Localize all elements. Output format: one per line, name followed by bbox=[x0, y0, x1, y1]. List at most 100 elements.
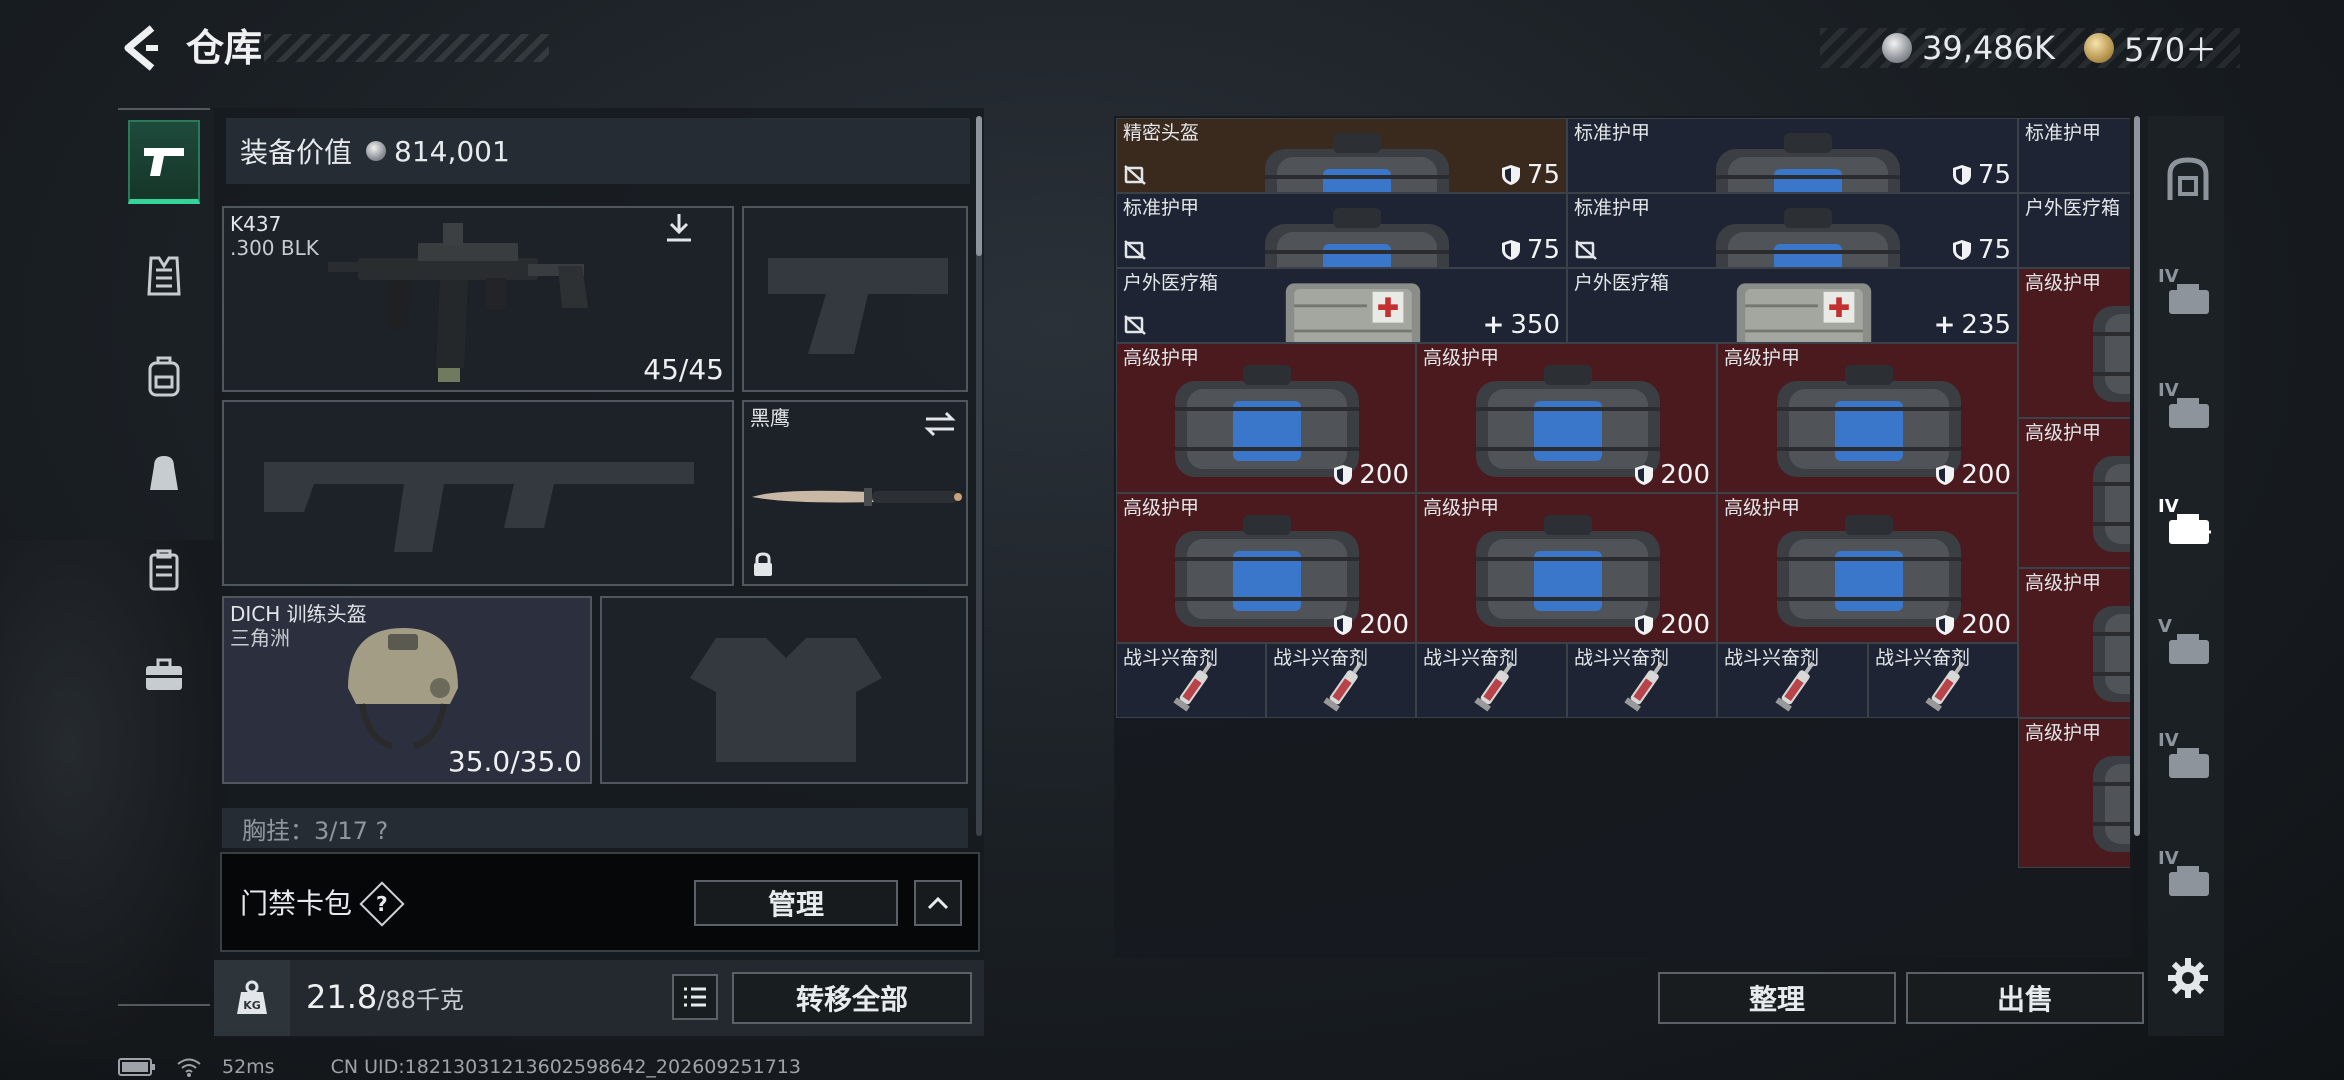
inventory-item[interactable]: 标准护甲75 bbox=[1567, 118, 2018, 193]
container-nav-item[interactable]: IV bbox=[2158, 730, 2218, 790]
item-value-number: 200 bbox=[1359, 460, 1409, 490]
body-armor-slot[interactable] bbox=[600, 596, 968, 784]
inventory-item[interactable]: 高级护甲200 bbox=[1116, 493, 1416, 643]
inventory-item[interactable]: 高级护甲200 bbox=[2018, 568, 2130, 718]
gold-coin-icon bbox=[2084, 33, 2114, 63]
organize-button[interactable]: 整理 bbox=[1658, 972, 1896, 1024]
item-name: 战斗兴奋剂 bbox=[1273, 647, 1369, 669]
sell-button[interactable]: 出售 bbox=[1906, 972, 2144, 1024]
inventory-item[interactable]: 标准护甲75 bbox=[2018, 118, 2130, 193]
secondary-weapon-slot[interactable] bbox=[222, 400, 734, 586]
inventory-scrollbar[interactable] bbox=[2134, 116, 2140, 836]
help-icon: ? bbox=[376, 891, 388, 916]
inventory-item[interactable]: 战斗兴奋剂 bbox=[1717, 643, 1868, 718]
pouch-icon bbox=[150, 456, 178, 490]
armor-bag-art bbox=[1264, 208, 1449, 267]
item-value-number: 200 bbox=[1961, 610, 2011, 640]
inventory-item[interactable]: 战斗兴奋剂 bbox=[1266, 643, 1416, 718]
inventory-item[interactable]: 标准护甲75 bbox=[1116, 193, 1567, 268]
download-icon[interactable] bbox=[664, 212, 694, 244]
gold-amount: 570＋ bbox=[2124, 31, 2218, 69]
tier-label: IV bbox=[2158, 848, 2179, 869]
silver-currency: 39,486K bbox=[1882, 22, 2055, 74]
swap-icon[interactable] bbox=[924, 410, 956, 438]
list-view-button[interactable] bbox=[672, 974, 718, 1020]
item-name: 战斗兴奋剂 bbox=[1574, 647, 1670, 669]
inventory-item[interactable]: 标准护甲75 bbox=[1567, 193, 2018, 268]
item-value: 75 bbox=[1952, 160, 2011, 190]
sidearm-slot[interactable] bbox=[742, 206, 968, 392]
inventory-item[interactable]: 高级护甲 bbox=[2018, 718, 2130, 868]
item-name: 户外医疗箱 bbox=[1123, 272, 1219, 294]
shield-icon bbox=[1501, 165, 1520, 185]
container-nav-item[interactable]: IV bbox=[2158, 848, 2218, 908]
inventory-item[interactable]: 高级护甲200 bbox=[1717, 343, 2018, 493]
manage-button[interactable]: 管理 bbox=[694, 880, 898, 926]
inventory-item[interactable]: 户外医疗箱 +235 bbox=[1567, 268, 2018, 343]
item-name: 高级护甲 bbox=[1423, 497, 1500, 519]
equipment-value: 装备价值 814,001 bbox=[226, 118, 970, 184]
chest-rig-slot[interactable]: 胸挂：3/17 ? bbox=[222, 808, 968, 848]
primary-weapon-slot[interactable]: K437 .300 BLK 45/45 bbox=[222, 206, 734, 392]
inventory-item[interactable]: 战斗兴奋剂 bbox=[1116, 643, 1266, 718]
inventory-item[interactable]: 战斗兴奋剂 bbox=[1416, 643, 1567, 718]
toolbox-icon bbox=[146, 658, 182, 690]
inventory-item[interactable]: 战斗兴奋剂 bbox=[1868, 643, 2018, 718]
helmet-slot[interactable]: DICH 训练头盔 三角洲 35.0/35.0 bbox=[222, 596, 592, 784]
item-name: 高级护甲 bbox=[1123, 497, 1200, 519]
medkit-art bbox=[1285, 283, 1420, 342]
melee-slot[interactable]: 黑鹰 bbox=[742, 400, 968, 586]
silver-coin-icon bbox=[366, 141, 387, 161]
loadout-scroll-thumb[interactable] bbox=[976, 116, 982, 256]
shield-icon bbox=[1952, 165, 1971, 185]
shield-icon bbox=[1334, 465, 1353, 485]
item-name: 高级护甲 bbox=[1123, 347, 1200, 369]
locked-item-icon bbox=[1575, 240, 1597, 260]
inventory-item[interactable]: 高级护甲200 bbox=[2018, 268, 2130, 418]
inventory-item[interactable]: 高级护甲 200 bbox=[1116, 343, 1416, 493]
container-nav-item[interactable] bbox=[2158, 150, 2218, 210]
inventory-item[interactable]: 户外医疗箱+350 bbox=[1116, 268, 1567, 343]
inventory-item[interactable]: 战斗兴奋剂 bbox=[1567, 643, 1717, 718]
nav-case[interactable] bbox=[128, 528, 200, 612]
inventory-item[interactable]: 高级护甲200 bbox=[1717, 493, 2018, 643]
armor-bag-art bbox=[2092, 756, 2130, 852]
container-nav-item[interactable]: V bbox=[2158, 616, 2218, 676]
item-value-number: 75 bbox=[1526, 160, 1560, 190]
shield-icon bbox=[1334, 615, 1353, 635]
nav-toolbox[interactable] bbox=[128, 632, 200, 716]
item-value: 200 bbox=[1333, 460, 1409, 490]
inventory-item[interactable]: 高级护甲200 bbox=[1416, 343, 1717, 493]
armor-bag-art bbox=[1715, 133, 1900, 192]
equipment-value-label: 装备价值 bbox=[240, 136, 353, 169]
back-button[interactable] bbox=[118, 20, 162, 76]
inventory-item[interactable]: 户外医疗箱+350 bbox=[2018, 193, 2130, 268]
tier-label: IV bbox=[2158, 266, 2179, 287]
container-nav-item[interactable]: IV bbox=[2158, 496, 2218, 556]
armor-silhouette bbox=[690, 638, 882, 762]
list-icon bbox=[684, 987, 706, 1007]
item-name: 高级护甲 bbox=[1724, 347, 1801, 369]
item-value: 75 bbox=[1501, 235, 1560, 265]
nav-pouch[interactable] bbox=[128, 430, 200, 514]
inventory-item[interactable]: 高级护甲200 bbox=[1416, 493, 1717, 643]
item-value-number: 75 bbox=[1977, 235, 2011, 265]
gold-currency[interactable]: 570＋ bbox=[2084, 22, 2217, 74]
locked-item-icon bbox=[1124, 240, 1146, 260]
inventory-item[interactable]: 高级护甲200 bbox=[2018, 418, 2130, 568]
collapse-button[interactable] bbox=[914, 880, 962, 926]
inventory-grid: 精密头盔75标准护甲75标准护甲75标准护甲75标准护甲75户外医疗箱+350户… bbox=[1116, 118, 2130, 960]
container-nav-item[interactable]: IV bbox=[2158, 380, 2218, 440]
armor-bag-art bbox=[2092, 306, 2130, 402]
silver-amount: 39,486K bbox=[1922, 29, 2055, 67]
knife-art bbox=[752, 488, 962, 506]
transfer-all-button[interactable]: 转移全部 bbox=[732, 972, 972, 1024]
item-value: +235 bbox=[1934, 310, 2011, 340]
nav-backpack[interactable] bbox=[128, 334, 200, 418]
nav-weapons[interactable] bbox=[128, 120, 200, 204]
settings-button[interactable] bbox=[2160, 950, 2216, 1006]
back-arrow-icon bbox=[124, 25, 158, 71]
inventory-item[interactable]: 精密头盔 75 bbox=[1116, 118, 1567, 193]
nav-armor[interactable] bbox=[128, 234, 200, 318]
container-nav-item[interactable]: IV bbox=[2158, 266, 2218, 326]
